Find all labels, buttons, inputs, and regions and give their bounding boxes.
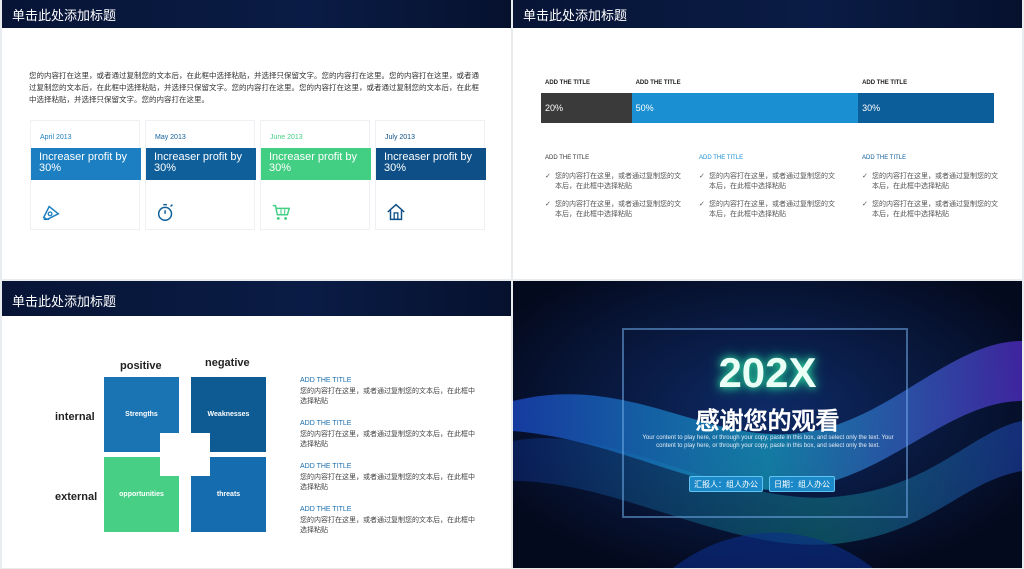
- shopping-cart-icon: [272, 204, 291, 220]
- item-body[interactable]: 您的内容打在这里，或者通过复制您的文本后，在此框中选择粘贴: [300, 473, 480, 492]
- description-text[interactable]: Your content to play here, or through yo…: [633, 434, 903, 450]
- slide-swot[interactable]: 单击此处添加标题 positive negative internal exte…: [2, 281, 511, 568]
- item-title[interactable]: ADD THE TITLE: [300, 377, 351, 384]
- card-text[interactable]: Increaser profit by 30%: [261, 148, 371, 180]
- card-text[interactable]: Increaser profit by 30%: [376, 148, 486, 180]
- card-month: May 2013: [155, 134, 186, 141]
- bar-heading[interactable]: ADD THE TITLE: [862, 80, 907, 86]
- timeline-card-june: June 2013 Increaser profit by 30%: [260, 120, 371, 230]
- card-text[interactable]: Increaser profit by 30%: [146, 148, 256, 180]
- house-icon: [387, 203, 405, 221]
- intro-paragraph[interactable]: 您的内容打在这里，或者通过复制您的文本后，在此框中选择粘贴，并选择只保留文字。您…: [29, 70, 481, 106]
- checklist-item[interactable]: 您的内容打在这里，或者通过复制您的文本后，在此框中选择粘贴: [862, 200, 1002, 220]
- checklist-item[interactable]: 您的内容打在这里，或者通过复制您的文本后，在此框中选择粘贴: [545, 172, 685, 192]
- reporter-tag[interactable]: 汇报人：组人办公: [689, 476, 763, 492]
- checklist-item[interactable]: 您的内容打在这里，或者通过复制您的文本后，在此框中选择粘贴: [545, 200, 685, 220]
- bar-heading[interactable]: ADD THE TITLE: [636, 80, 681, 86]
- slide-title[interactable]: 单击此处添加标题: [12, 291, 116, 310]
- stopwatch-icon: [157, 203, 173, 221]
- card-month: June 2013: [270, 134, 303, 141]
- slide-title[interactable]: 单击此处添加标题: [12, 5, 116, 24]
- slide-header: 单击此处添加标题: [513, 0, 1022, 28]
- axis-label-negative[interactable]: negative: [205, 357, 250, 369]
- swot-notch: [160, 433, 179, 452]
- card-month: April 2013: [40, 134, 72, 141]
- timeline-card-july: July 2013 Increaser profit by 30%: [375, 120, 486, 230]
- swot-notch: [191, 457, 210, 476]
- checklist-item[interactable]: 您的内容打在这里，或者通过复制您的文本后，在此框中选择粘贴: [862, 172, 1002, 192]
- item-title[interactable]: ADD THE TITLE: [300, 463, 351, 470]
- item-body[interactable]: 您的内容打在这里，或者通过复制您的文本后，在此框中选择粘贴: [300, 387, 480, 406]
- slide-header: 单击此处添加标题: [2, 281, 511, 316]
- percentage-bar[interactable]: 30%: [858, 93, 994, 123]
- item-body[interactable]: 您的内容打在这里，或者通过复制您的文本后，在此框中选择粘贴: [300, 430, 480, 449]
- percentage-bar[interactable]: 50%: [631, 93, 859, 123]
- swot-notch: [160, 457, 179, 476]
- column-title[interactable]: ADD THE TITLE: [862, 155, 906, 161]
- checklist-item[interactable]: 您的内容打在这里，或者通过复制您的文本后，在此框中选择粘贴: [699, 200, 839, 220]
- item-title[interactable]: ADD THE TITLE: [300, 420, 351, 427]
- bar-heading[interactable]: ADD THE TITLE: [545, 80, 590, 86]
- slide-profit-timeline[interactable]: 单击此处添加标题 您的内容打在这里，或者通过复制您的文本后，在此框中选择粘贴，并…: [2, 0, 511, 279]
- timeline-card-may: May 2013 Increaser profit by 30%: [145, 120, 256, 230]
- axis-label-positive[interactable]: positive: [120, 360, 162, 372]
- slide-title[interactable]: 单击此处添加标题: [523, 5, 627, 24]
- slide-thank-you[interactable]: 202X 感谢您的观看 Your content to play here, o…: [513, 281, 1022, 568]
- percentage-bar[interactable]: 20%: [541, 93, 632, 123]
- thank-you-title[interactable]: 感谢您的观看: [513, 401, 1022, 436]
- item-title[interactable]: ADD THE TITLE: [300, 506, 351, 513]
- axis-label-external[interactable]: external: [55, 491, 97, 503]
- swot-notch: [191, 433, 210, 452]
- item-body[interactable]: 您的内容打在这里，或者通过复制您的文本后，在此框中选择粘贴: [300, 516, 480, 535]
- date-tag[interactable]: 日期：组人办公: [769, 476, 835, 492]
- card-text[interactable]: Increaser profit by 30%: [31, 148, 141, 180]
- year-title[interactable]: 202X: [513, 349, 1022, 397]
- pen-nib-icon: [42, 205, 60, 221]
- axis-label-internal[interactable]: internal: [55, 411, 95, 423]
- slide-header: 单击此处添加标题: [2, 0, 511, 28]
- slide-percentage-bars[interactable]: 单击此处添加标题 ADD THE TITLE ADD THE TITLE ADD…: [513, 0, 1022, 279]
- timeline-card-april: April 2013 Increaser profit by 30%: [30, 120, 141, 230]
- checklist-item[interactable]: 您的内容打在这里，或者通过复制您的文本后，在此框中选择粘贴: [699, 172, 839, 192]
- card-month: July 2013: [385, 134, 415, 141]
- column-title[interactable]: ADD THE TITLE: [545, 155, 589, 161]
- column-title[interactable]: ADD THE TITLE: [699, 155, 743, 161]
